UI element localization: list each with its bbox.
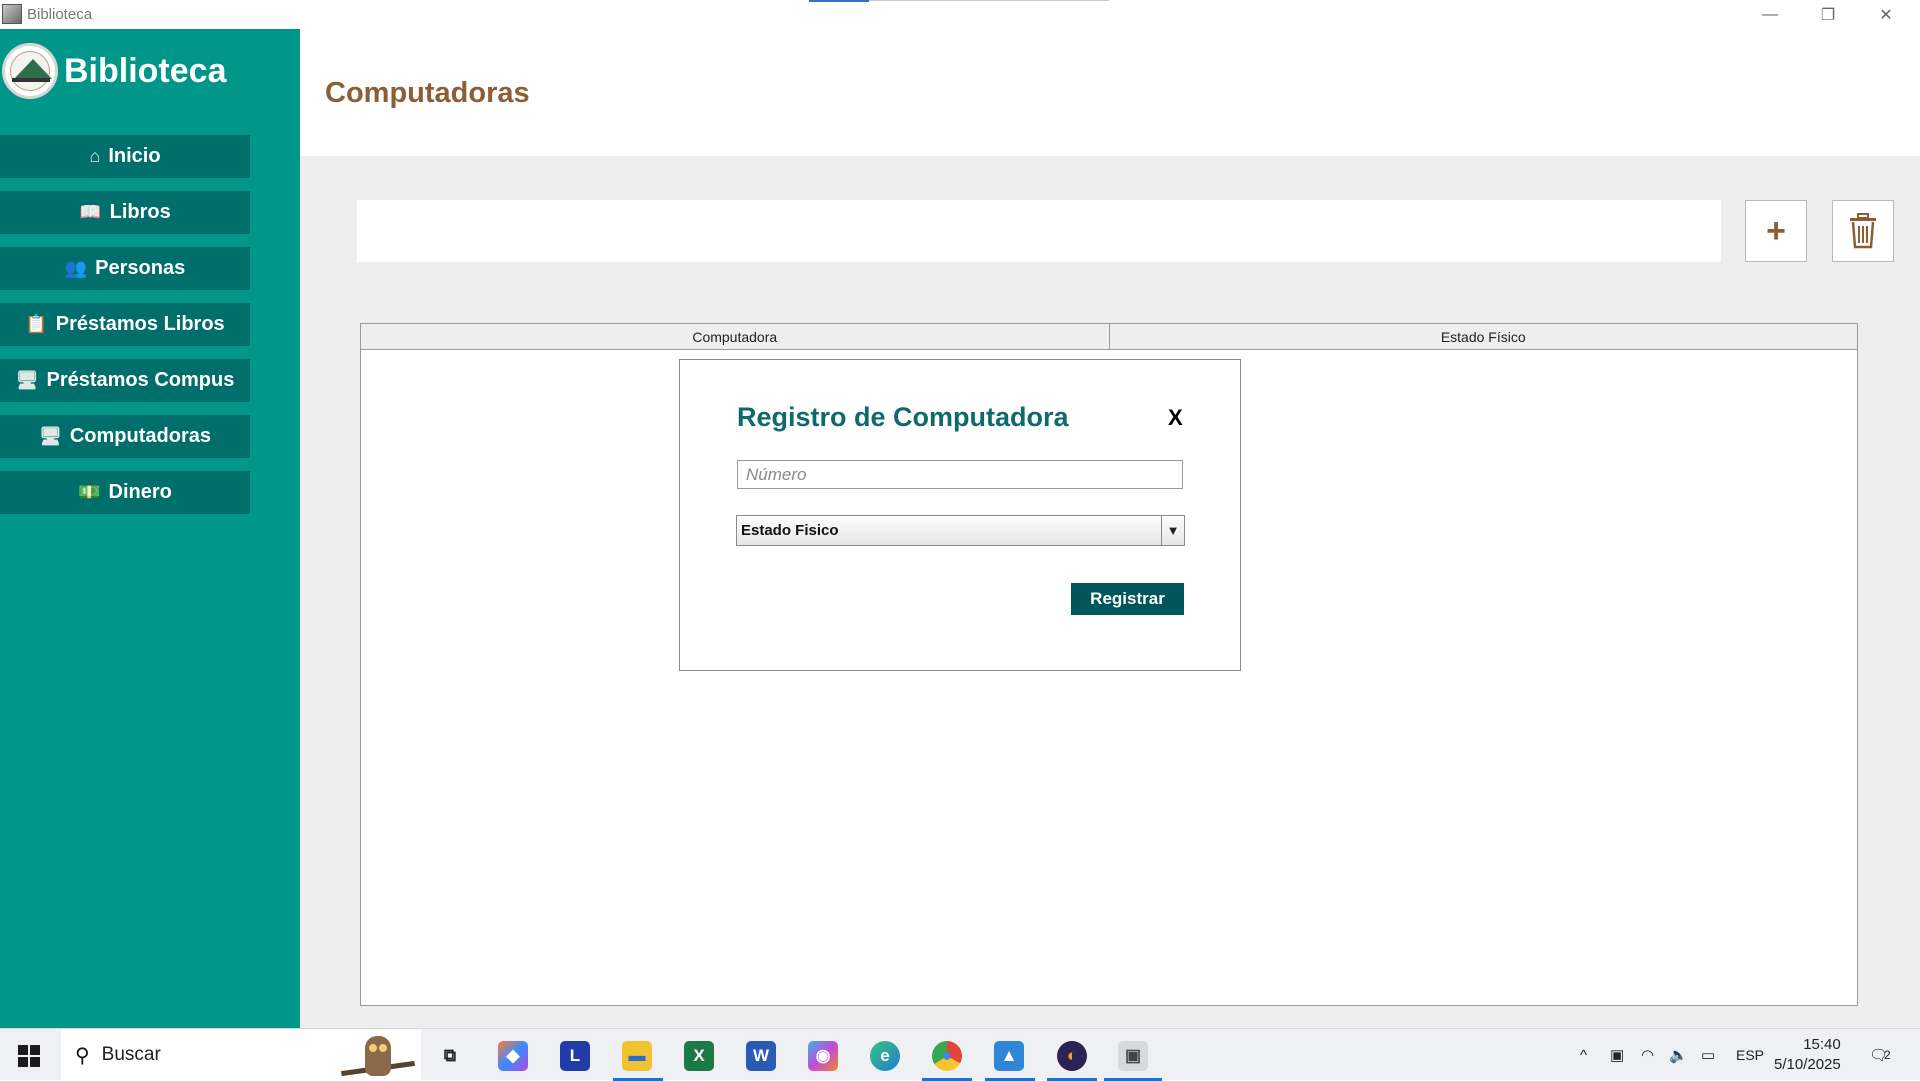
estado-fisico-value: Estado Fisico <box>741 522 839 539</box>
brand-name: Biblioteca <box>64 51 227 90</box>
register-button[interactable]: Registrar <box>1071 583 1184 615</box>
l-app-icon[interactable]: L <box>560 1041 590 1071</box>
estado-fisico-select[interactable]: Estado Fisico ▼ <box>736 515 1185 546</box>
trash-icon <box>1850 213 1876 249</box>
excel-icon[interactable]: X <box>684 1041 714 1071</box>
titlebar-accent <box>809 0 869 2</box>
restore-button[interactable]: ❐ <box>1799 0 1857 29</box>
home-icon: ⌂ <box>89 146 101 166</box>
window-titlebar: Biblioteca — ❐ ✕ <box>0 0 1920 29</box>
sidebar-item-prestamos-compus[interactable]: 🖥 Préstamos Compus <box>0 359 250 402</box>
monitor-icon: 🖥 <box>39 426 62 446</box>
register-computer-dialog: Registro de Computadora X Estado Fisico … <box>679 359 1241 671</box>
add-button[interactable]: + <box>1745 200 1807 262</box>
titlebar-divider <box>869 0 1109 1</box>
task-view-icon[interactable]: ⧉ <box>435 1041 465 1071</box>
chrome-icon[interactable]: ● <box>932 1041 962 1071</box>
number-field[interactable] <box>737 460 1183 489</box>
table-header: Computadora Estado Físico <box>361 324 1857 350</box>
clock-time: 15:40 <box>1803 1036 1841 1053</box>
brand: Biblioteca <box>2 43 226 99</box>
column-header-computadora[interactable]: Computadora <box>361 324 1110 349</box>
clock-date: 5/10/2025 <box>1774 1056 1841 1073</box>
tray-chevron-icon[interactable]: ^ <box>1580 1029 1587 1081</box>
sidebar-item-personas[interactable]: 👥 Personas <box>0 247 250 290</box>
minimize-button[interactable]: — <box>1741 0 1799 29</box>
battery-icon[interactable]: ▭ <box>1701 1029 1715 1081</box>
owl-search-highlight-icon <box>341 1032 415 1078</box>
sidebar-item-inicio[interactable]: ⌂ Inicio <box>0 135 250 178</box>
dialog-title: Registro de Computadora <box>737 402 1069 432</box>
monitor-icon: 🖥 <box>15 370 39 390</box>
sidebar-item-label: Computadoras <box>69 425 211 447</box>
chevron-down-icon[interactable]: ▼ <box>1161 516 1184 545</box>
sidebar-item-label: Inicio <box>108 145 161 167</box>
window-title: Biblioteca <box>27 6 93 23</box>
search-input[interactable] <box>357 200 1721 262</box>
windows-start-icon[interactable] <box>18 1045 40 1067</box>
sidebar-item-computadoras[interactable]: 🖥 Computadoras <box>0 415 250 458</box>
search-icon: ⚲ <box>75 1044 90 1067</box>
language-indicator[interactable]: ESP <box>1736 1029 1764 1081</box>
taskbar-search[interactable]: ⚲ Buscar <box>61 1029 421 1081</box>
edge-icon[interactable]: e <box>870 1041 900 1071</box>
dialog-close-button[interactable]: X <box>1168 405 1183 431</box>
photos-icon[interactable]: ▲ <box>994 1041 1024 1071</box>
people-icon: 👥 <box>64 258 88 278</box>
taskbar-clock[interactable]: 15:40 5/10/2025 <box>1774 1035 1841 1075</box>
eclipse-icon[interactable]: ◐ <box>1057 1041 1087 1071</box>
close-window-button[interactable]: ✕ <box>1857 0 1915 29</box>
m365-icon[interactable]: ◉ <box>808 1041 838 1071</box>
column-header-estado-fisico[interactable]: Estado Físico <box>1110 324 1858 349</box>
word-icon[interactable]: W <box>746 1041 776 1071</box>
wifi-icon[interactable]: ◠ <box>1641 1029 1654 1081</box>
notification-count: 2 <box>1884 1048 1891 1062</box>
page-title: Computadoras <box>325 77 530 109</box>
delete-button[interactable] <box>1832 200 1894 262</box>
taskbar: ⚲ Buscar ⧉ ◆ L ▬ X W ◉ e ● ▲ ◐ ▣ ^ ▣ ◠ 🔈… <box>0 1028 1920 1081</box>
notifications-icon[interactable]: 🗨 2 <box>1869 1029 1891 1081</box>
sidebar-item-prestamos-libros[interactable]: 📋 Préstamos Libros <box>0 303 250 346</box>
sidebar-item-label: Préstamos Compus <box>46 369 235 391</box>
sidebar-item-label: Préstamos Libros <box>55 313 225 335</box>
sidebar-item-libros[interactable]: 📖 Libros <box>0 191 250 234</box>
sidebar: Biblioteca ⌂ Inicio 📖 Libros 👥 Personas … <box>0 29 300 1028</box>
sidebar-nav: ⌂ Inicio 📖 Libros 👥 Personas 📋 Préstamos… <box>0 135 250 527</box>
sidebar-item-label: Personas <box>95 257 186 279</box>
copilot-icon[interactable]: ◆ <box>498 1041 528 1071</box>
tray-status-icon[interactable]: ▣ <box>1610 1029 1624 1081</box>
file-explorer-icon[interactable]: ▬ <box>622 1041 652 1071</box>
sidebar-item-label: Dinero <box>108 481 172 503</box>
library-logo <box>2 43 58 99</box>
sidebar-item-label: Libros <box>109 201 171 223</box>
sidebar-item-dinero[interactable]: 💵 Dinero <box>0 471 250 514</box>
money-icon: 💵 <box>78 482 101 502</box>
main-header: Computadoras <box>300 29 1920 156</box>
clipboard-icon: 📋 <box>25 314 48 334</box>
volume-icon[interactable]: 🔈 <box>1669 1029 1688 1081</box>
book-icon: 📖 <box>79 202 102 222</box>
biblioteca-app-icon[interactable]: ▣ <box>1118 1041 1148 1071</box>
taskbar-search-label: Buscar <box>101 1044 161 1065</box>
app-icon <box>2 4 22 24</box>
